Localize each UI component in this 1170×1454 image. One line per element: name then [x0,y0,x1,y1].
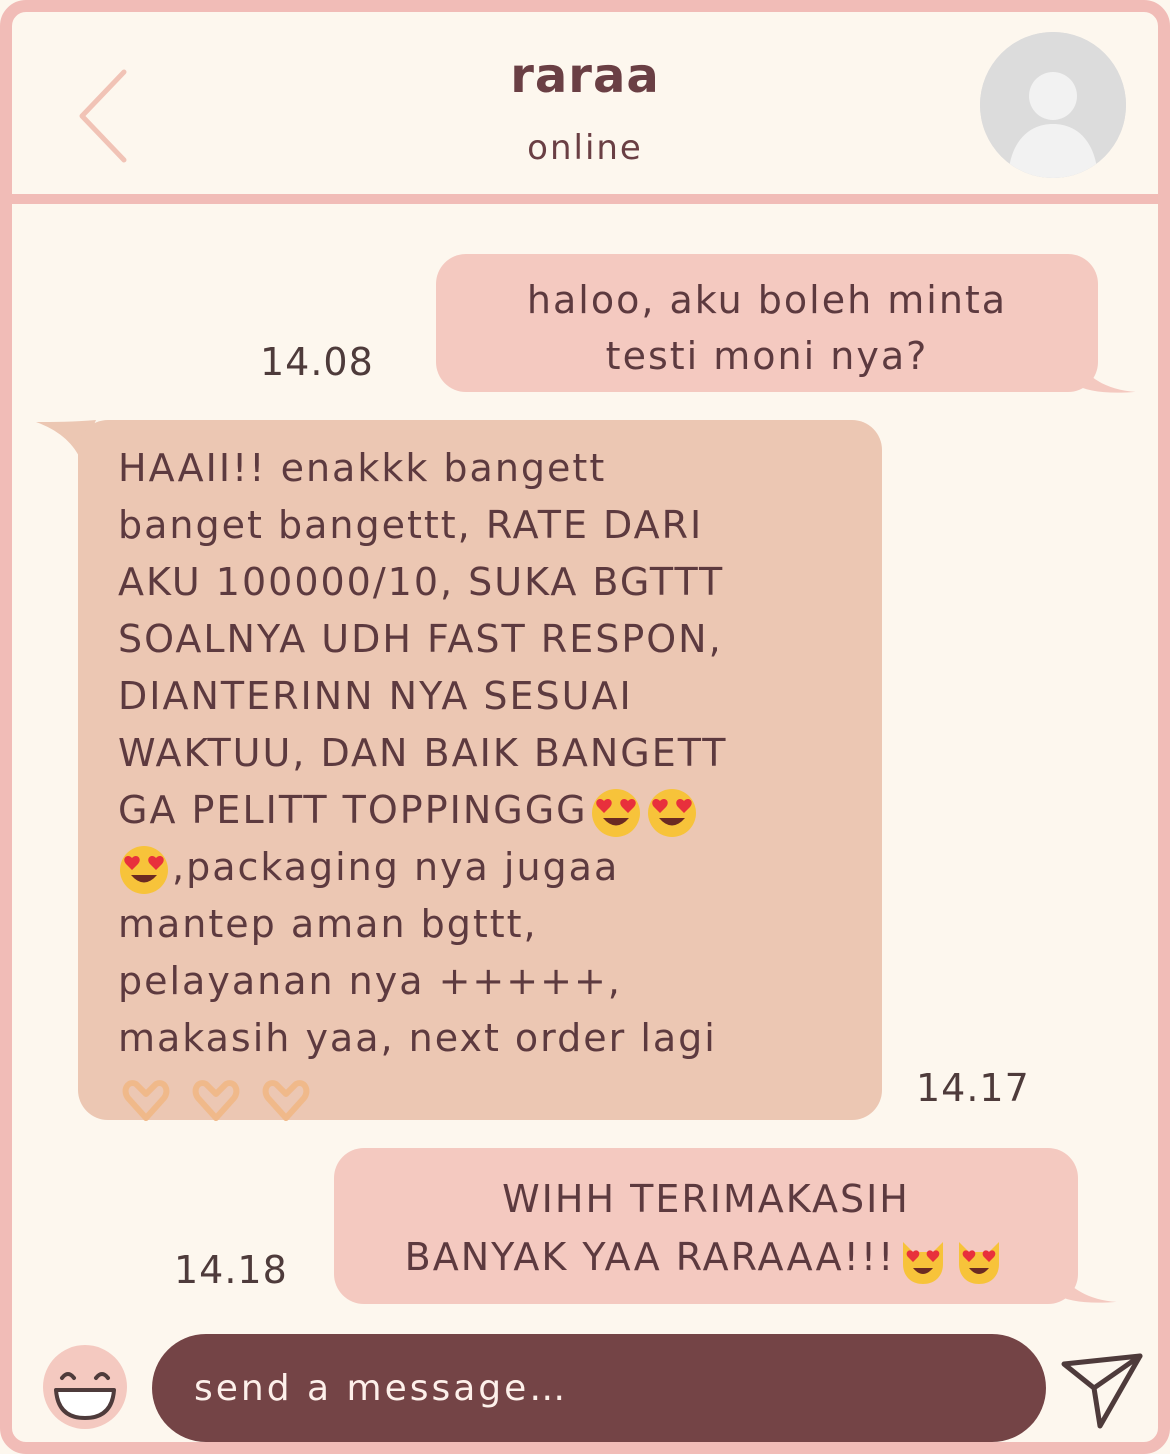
message-composer [152,1334,1046,1442]
message-line: haloo, aku boleh minta [526,278,1008,322]
message-input[interactable] [192,1366,1006,1410]
heart-eyes-emoji [591,788,640,837]
message-line-with-emoji: GA PELITT TOPPINGGG [118,782,852,839]
heart-hands-emoji [122,1079,170,1121]
message-line: makasih yaa, next order lagi [118,1016,717,1060]
message-text: GA PELITT TOPPINGGG [118,788,588,832]
default-avatar-icon[interactable] [980,32,1126,178]
message-line-with-emoji: ,packaging nya jugaa [118,839,852,896]
smiley-icon[interactable] [40,1342,130,1432]
heart-eyes-cat-emoji [959,1241,1000,1284]
paper-plane-icon[interactable] [1060,1350,1144,1430]
chat-window: raraa online 14.08 haloo, aku boleh mint… [0,0,1170,1454]
heart-eyes-emoji [647,788,696,837]
message-bubble-incoming[interactable]: HAAII!! enakkk bangett banget bangettt, … [78,420,882,1121]
message-line: HAAII!! enakkk bangett [118,446,607,490]
message-line: banget bangettt, RATE DARI [118,503,704,547]
message-bubble-outgoing[interactable]: WIHH TERIMAKASIH BANYAK YAA RARAAA!!! [334,1148,1078,1304]
heart-eyes-cat-emoji [903,1241,944,1284]
heart-hands-emoji [192,1079,240,1121]
message-line: SOALNYA UDH FAST RESPON, [118,617,723,661]
message-line: WIHH TERIMAKASIH [502,1177,910,1221]
heart-hands-emoji [262,1079,310,1121]
message-line: DIANTERINN NYA SESUAI [118,674,633,718]
message-line: AKU 100000/10, SUKA BGTTT [118,560,725,604]
message-time: 14.08 [260,340,374,384]
message-line: testi moni nya? [605,334,929,378]
message-line: pelayanan nya +++++, [118,959,622,1003]
message-line: WAKTUU, DAN BAIK BANGETT [118,731,728,775]
message-time: 14.18 [174,1248,288,1292]
emoji-row [118,1067,852,1124]
message-text: ,packaging nya jugaa [172,845,620,889]
message-time: 14.17 [916,1066,1030,1110]
message-text: BANYAK YAA RARAAA!!! [404,1235,896,1279]
message-bubble-outgoing[interactable]: haloo, aku boleh minta testi moni nya? [436,254,1098,392]
heart-eyes-emoji [120,845,168,894]
message-line: mantep aman bgttt, [118,902,538,946]
message-line-with-emoji: BANYAK YAA RARAAA!!! [354,1228,1058,1286]
chat-header: raraa online [12,12,1158,204]
